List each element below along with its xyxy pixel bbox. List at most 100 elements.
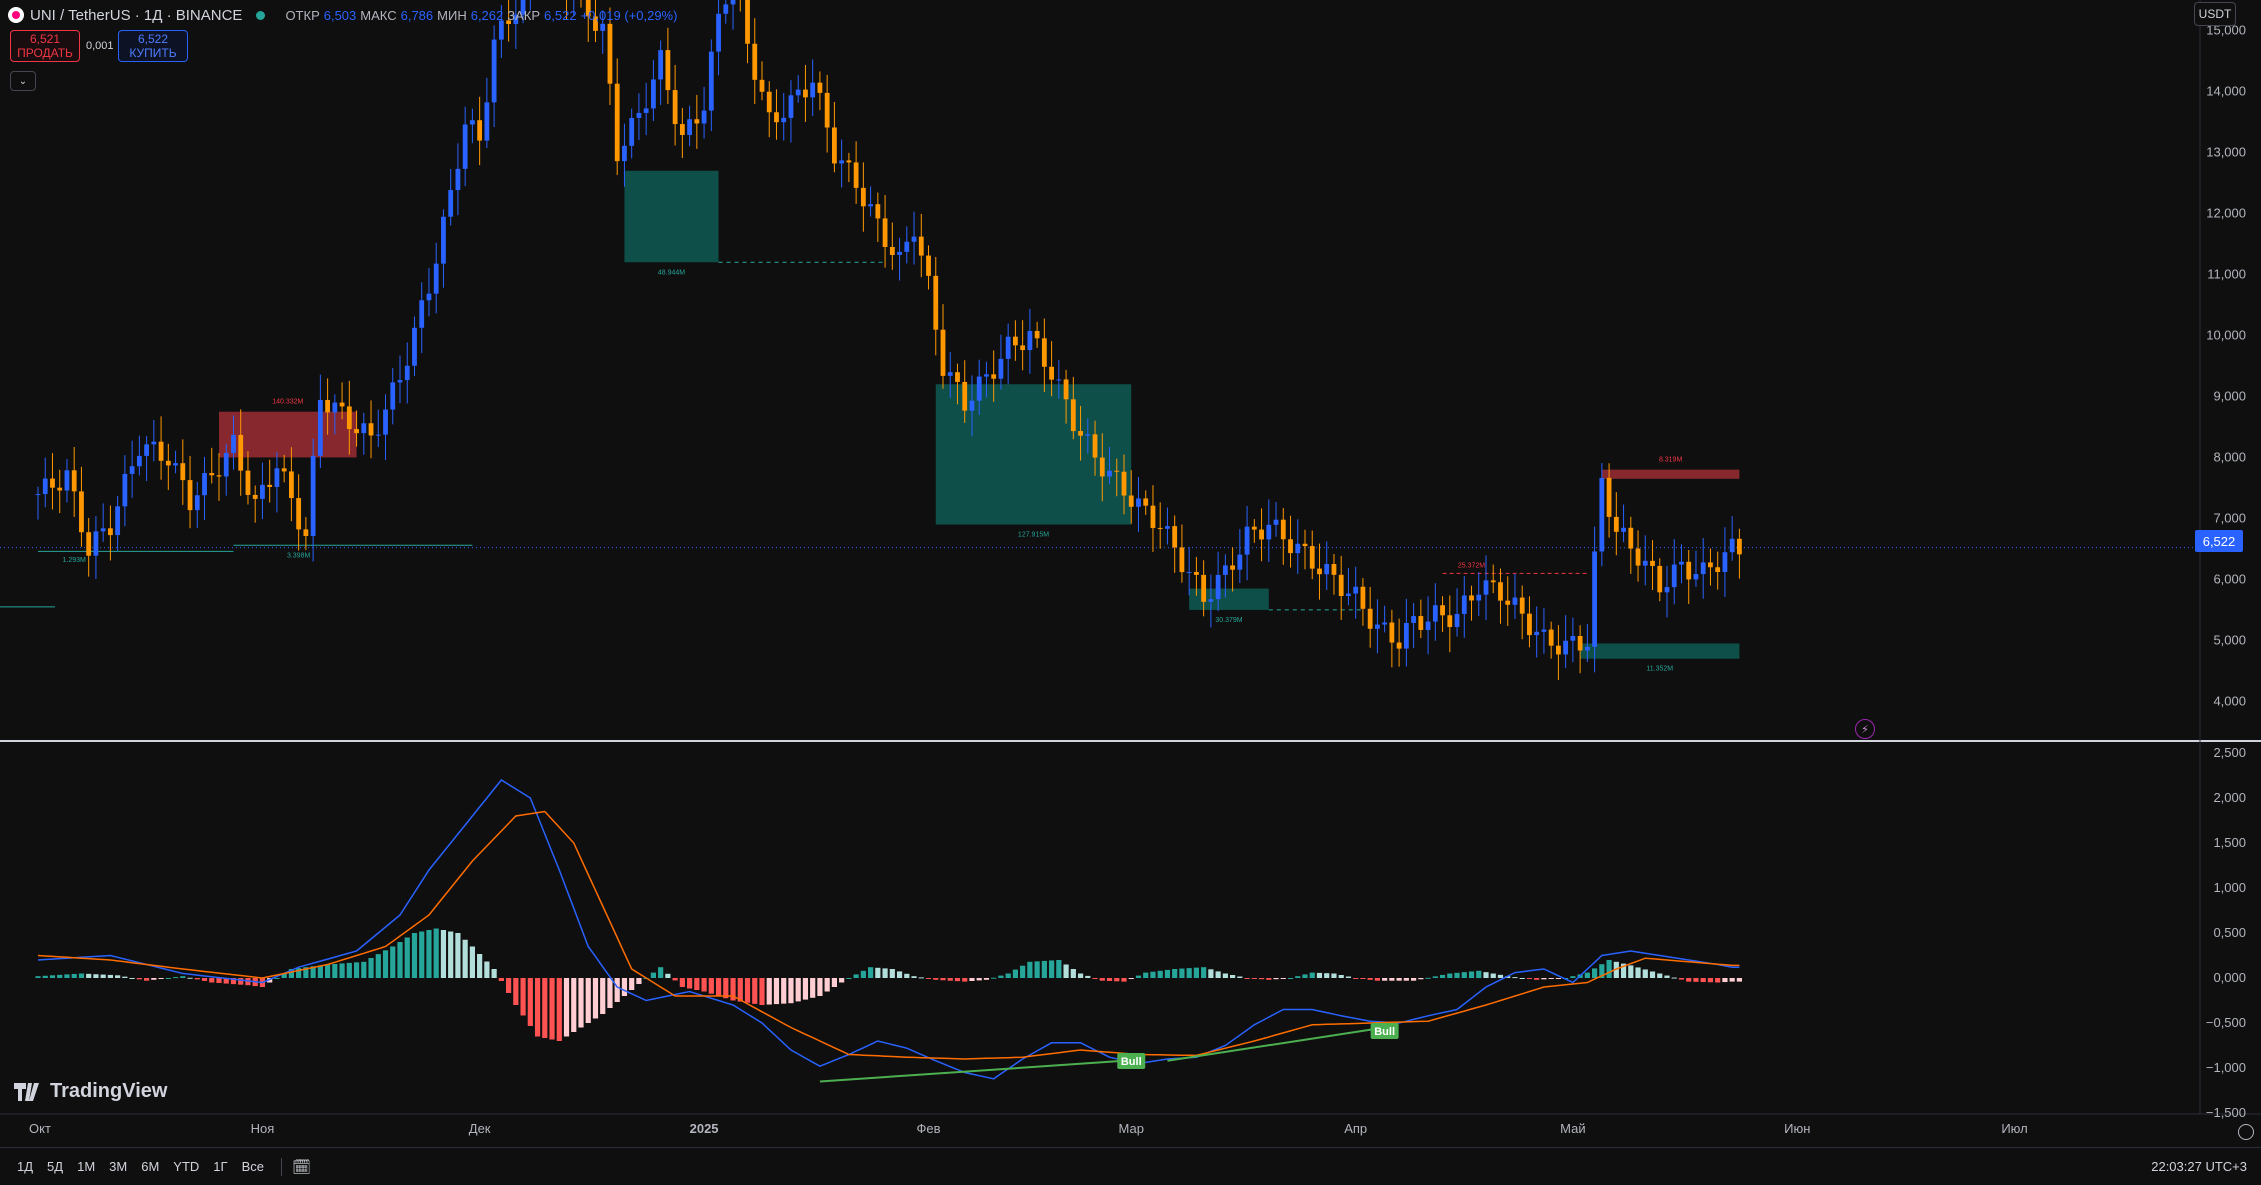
macd-hist-bar-179 [1331,973,1337,978]
candle-218 [1613,492,1619,556]
spread-value: 0,001 [86,40,114,52]
price-tick-8: 7,000 [2213,510,2246,525]
tf-all[interactable]: Все [235,1159,271,1174]
market-open-status-icon [256,10,266,20]
sell-button[interactable]: 6,521 ПРОДАТЬ [10,30,80,62]
macd-tick-7: −1,000 [2206,1060,2246,1075]
candle-104 [788,80,794,143]
tf-6m[interactable]: 6М [134,1159,166,1174]
macd-tick-4: 0,500 [2213,925,2246,940]
candle-193 [1432,583,1438,641]
candle-11 [115,495,121,551]
tf-3m[interactable]: 3М [102,1159,134,1174]
candle-171 [1273,502,1279,537]
macd-hist-bar-104 [788,978,794,1004]
macd-hist-bar-223 [1649,971,1656,978]
macd-hist-bar-222 [1642,969,1648,978]
candle-61 [477,96,483,166]
candle-201 [1490,564,1496,594]
macd-hist-bar-56 [440,930,447,978]
chart-root: 140.332M 48.944M 127.915M 30.379M 8.319M 11.3… [0,0,2261,1184]
tf-ytd[interactable]: YTD [166,1159,206,1174]
time-tick-6: Апр [1344,1121,1367,1136]
macd-hist-bar-123 [925,978,932,979]
candle-233 [1722,527,1728,597]
macd-hist-bar-185 [1374,978,1380,981]
macd-hist-bar-204 [1512,977,1518,979]
macd-hist-bar-125 [940,978,946,981]
macd-hist-bar-180 [1338,975,1344,978]
macd-hist-bar-90 [687,978,693,989]
macd-hist-bar-110 [831,978,837,987]
timeframe-buttons: 1Д 5Д 1М 3М 6М YTD 1Г Все 🗓 [0,1157,311,1176]
macd-hist-bar-140 [1049,960,1055,978]
candle-21 [187,455,193,529]
symbol-title[interactable]: UNI / TetherUS · 1Д · BINANCE [30,7,242,24]
candle-57 [448,168,454,226]
tf-1d[interactable]: 1Д [10,1159,40,1174]
macd-line [37,779,1740,1080]
candle-30 [252,485,258,523]
tradingview-logo[interactable]: TradingView [14,1080,167,1103]
price-tick-2: 13,000 [2206,144,2246,159]
macd-hist-bar-4 [64,974,70,978]
zone-3 [1189,588,1269,610]
macd-hist-bar-106 [802,978,809,1000]
collapse-legend-button[interactable]: ⌄ [10,71,36,91]
macd-hist-bar-105 [795,978,801,1002]
macd-hist-bar-154 [1150,971,1156,978]
macd-hist-bar-66 [513,978,519,1005]
macd-hist-bar-18 [165,978,171,979]
candle-34 [281,454,287,483]
macd-hist-bar-64 [498,978,504,981]
lightning-icon[interactable]: ⚡ [1855,719,1875,739]
utc-clock[interactable]: 22:03:27 UTC+3 [2151,1159,2247,1174]
macd-hist-bar-80 [614,978,620,1002]
candle-232 [1715,551,1721,590]
price-chart[interactable]: 140.332M 48.944M 127.915M 30.379M 8.319M 11.3… [0,0,2261,1147]
macd-hist-bar-202 [1497,974,1504,978]
candle-123 [926,245,931,290]
zone-label-4: 8.319M [1659,457,1683,464]
macd-hist-bar-44 [353,962,360,978]
candle-112 [846,152,852,183]
candle-49 [390,368,396,425]
gear-icon[interactable] [2238,1124,2254,1140]
calendar-range-icon[interactable]: 🗓 [292,1158,311,1176]
last-price-value: 6,522 [2202,533,2236,549]
buy-button[interactable]: 6,522 КУПИТЬ [118,30,188,62]
macd-hist-bar-188 [1396,978,1402,981]
macd-hist-bar-195 [1447,973,1453,978]
macd-hist-bar-151 [1128,978,1134,979]
macd-hist-bar-2 [49,975,56,978]
macd-hist-bar-46 [368,957,374,978]
tf-1m[interactable]: 1М [70,1159,102,1174]
tf-1y[interactable]: 1Г [206,1159,234,1174]
candle-47 [375,409,381,448]
macd-pane: Bull Bull [35,779,1742,1083]
candle-106 [803,64,808,122]
tf-5d[interactable]: 5Д [40,1159,70,1174]
macd-hist-bar-95 [723,978,729,999]
candle-7 [86,517,92,577]
macd-hist-bar-162 [1208,969,1214,978]
macd-hist-bar-41 [332,963,338,978]
symbol-legend[interactable]: UNI / TetherUS · 1Д · BINANCE ОТКР 6,503… [8,4,677,26]
macd-hist-bar-197 [1461,972,1467,978]
macd-hist-bar-111 [839,978,845,983]
candle-137 [1027,308,1033,374]
candle-213 [1577,625,1583,674]
macd-hist-bar-19 [172,977,179,979]
candle-4 [64,458,70,503]
candle-52 [412,316,417,376]
candle-97 [739,0,741,12]
macd-hist-bar-114 [860,970,866,978]
macd-hist-bar-230 [1700,978,1706,983]
macd-hist-bar-11 [115,975,121,978]
candle-117 [882,194,888,268]
macd-hist-bar-200 [1483,972,1489,978]
macd-hist-bar-76 [585,978,591,1023]
candle-45 [361,412,367,455]
currency-selector[interactable]: USDT [2194,2,2236,26]
chevron-down-icon: ⌄ [18,75,28,87]
